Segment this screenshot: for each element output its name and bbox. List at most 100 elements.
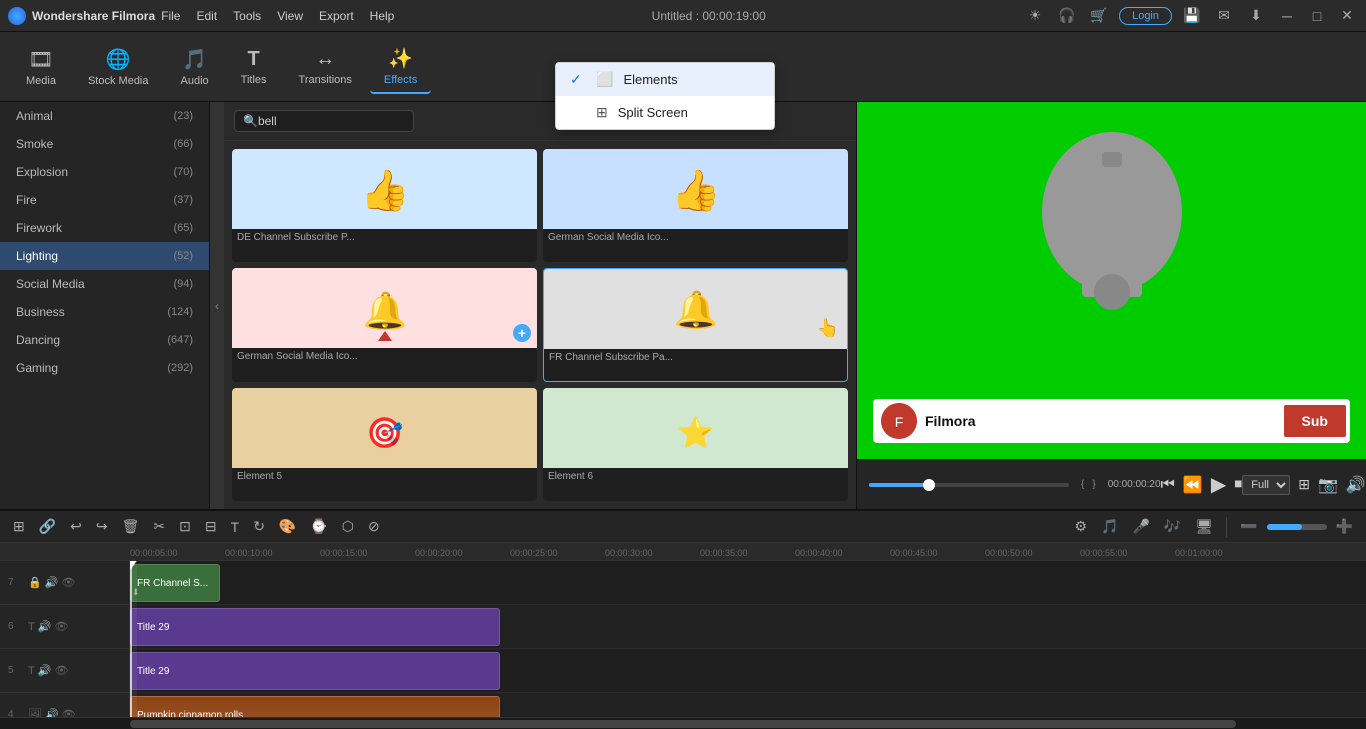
search-input[interactable] <box>258 114 398 128</box>
fit-screen-button[interactable]: ⊞ <box>1298 476 1310 493</box>
sidebar-item-fire[interactable]: Fire (37) <box>0 186 209 214</box>
zoom-in-button[interactable]: ➕ <box>1331 516 1358 537</box>
sidebar-item-smoke[interactable]: Smoke (66) <box>0 130 209 158</box>
speed-button[interactable]: ⬡ <box>337 516 359 537</box>
track-content: FR Channel S... ⬇ Title 29 Title 29 <box>130 561 1366 717</box>
save-icon[interactable]: 💾 <box>1180 4 1204 28</box>
effects-tl-button[interactable]: ⌚ <box>305 516 332 537</box>
crop-button[interactable]: ⊡ <box>174 516 196 537</box>
text-button[interactable]: T <box>226 517 245 537</box>
quality-select[interactable]: Full 1/2 1/4 <box>1242 475 1290 495</box>
app-name: Wondershare Filmora <box>32 9 155 23</box>
thumbnail-fr-channel[interactable]: 🔔 👆 FR Channel Subscribe Pa... <box>543 268 848 383</box>
maximize-button[interactable]: □ <box>1306 5 1328 27</box>
menu-edit[interactable]: Edit <box>196 9 217 23</box>
thumbnail-german-social-1[interactable]: 👍 German Social Media Ico... <box>543 149 848 262</box>
thumbnail-german-social-2[interactable]: 🔔 + German Social Media Ico... <box>232 268 537 383</box>
timeline-scrollbar[interactable] <box>0 717 1366 729</box>
volume-button[interactable]: 🔊 <box>1346 475 1366 495</box>
minimize-button[interactable]: ─ <box>1276 5 1298 27</box>
split-button[interactable]: ⊘ <box>363 516 385 537</box>
toolbar-transitions[interactable]: ↔ Transitions <box>285 42 366 92</box>
toolbar-media[interactable]: 🎞 Media <box>12 41 70 93</box>
menu-export[interactable]: Export <box>319 9 354 23</box>
menu-view[interactable]: View <box>277 9 303 23</box>
skip-back-button[interactable]: ⏮ <box>1161 476 1175 494</box>
delete-button[interactable]: 🗑 <box>117 516 145 537</box>
toolbar-audio[interactable]: 🎵 Audio <box>167 41 223 93</box>
sidebar-item-animal[interactable]: Animal (23) <box>0 102 209 130</box>
track-mute-icon-5[interactable]: 🔊 <box>38 664 52 677</box>
titlebar-left: Wondershare Filmora File Edit Tools View… <box>8 7 394 25</box>
timeline-settings[interactable]: ⚙ <box>1069 516 1092 537</box>
login-button[interactable]: Login <box>1119 7 1172 25</box>
clip-fr-channel[interactable]: FR Channel S... <box>130 564 220 602</box>
track-visible-icon-4[interactable]: 👁 <box>62 708 76 717</box>
sidebar-item-social-media[interactable]: Social Media (94) <box>0 270 209 298</box>
mail-icon[interactable]: ✉ <box>1212 4 1236 28</box>
dropdown-elements[interactable]: ✓ ⬜ Elements <box>556 63 774 96</box>
track-mute-icon-7[interactable]: 🔊 <box>45 576 59 589</box>
timeline-undo-button[interactable]: ↩ <box>65 516 87 537</box>
svg-text:👍: 👍 <box>360 167 410 213</box>
thumbnail-elem6[interactable]: ⭐ Element 6 <box>543 388 848 501</box>
track-visible-icon-7[interactable]: 👁 <box>61 576 75 589</box>
sidebar-item-dancing[interactable]: Dancing (647) <box>0 326 209 354</box>
menu-file[interactable]: File <box>161 9 180 23</box>
clip-title-29b[interactable]: Title 29 <box>130 652 500 690</box>
sidebar-fire-label: Fire <box>16 193 37 207</box>
track-mute-icon-4[interactable]: 🔊 <box>45 708 59 717</box>
subscribe-button[interactable]: Sub <box>1284 405 1346 437</box>
close-button[interactable]: ✕ <box>1336 5 1358 27</box>
zoom-out-button[interactable]: ➖ <box>1235 516 1262 537</box>
progress-track[interactable] <box>869 483 1069 487</box>
thumbnail-de-channel[interactable]: 👍 DE Channel Subscribe P... <box>232 149 537 262</box>
play-button[interactable]: ▶ <box>1211 472 1226 497</box>
sidebar-item-lighting[interactable]: Lighting (52) <box>0 242 209 270</box>
menu-tools[interactable]: Tools <box>233 9 261 23</box>
sidebar-item-firework[interactable]: Firework (65) <box>0 214 209 242</box>
timeline-link-button[interactable]: 🔗 <box>34 516 61 537</box>
toolbar-stock-media[interactable]: 🌐 Stock Media <box>74 41 163 93</box>
zoom-slider[interactable] <box>1267 524 1327 530</box>
timeline-music[interactable]: 🎶 <box>1159 516 1186 537</box>
toolbar-titles-label: Titles <box>241 74 267 86</box>
sidebar-collapse-arrow[interactable]: ‹ <box>210 102 224 509</box>
title-center: Untitled : 00:00:19:00 <box>652 9 766 23</box>
sidebar-item-gaming[interactable]: Gaming (292) <box>0 354 209 382</box>
toolbar-titles[interactable]: T Titles <box>227 42 281 92</box>
thumbnail-elem5[interactable]: 🎯 Element 5 <box>232 388 537 501</box>
track-mute-icon-6[interactable]: 🔊 <box>38 620 52 633</box>
step-back-button[interactable]: ⏪ <box>1183 475 1203 495</box>
download-icon[interactable]: ⬇ <box>1244 4 1268 28</box>
menu-help[interactable]: Help <box>370 9 395 23</box>
timeline-audio[interactable]: 🎵 <box>1096 516 1123 537</box>
track-visible-icon-5[interactable]: 👁 <box>54 664 68 677</box>
sidebar-social-label: Social Media <box>16 277 85 291</box>
dropdown-split-screen[interactable]: ⊞ Split Screen <box>556 96 774 129</box>
clip-pumpkin[interactable]: Pumpkin cinnamon rolls <box>130 696 500 717</box>
stop-button[interactable]: ⏹ <box>1234 476 1242 494</box>
timeline-screen[interactable]: 🖥 <box>1190 516 1218 537</box>
sun-icon[interactable]: ☀ <box>1023 4 1047 28</box>
brace-left: { <box>1081 479 1084 490</box>
cut-button[interactable]: ✂ <box>148 516 170 537</box>
sidebar-item-explosion[interactable]: Explosion (70) <box>0 158 209 186</box>
cart-icon[interactable]: 🛒 <box>1087 4 1111 28</box>
search-icon: 🔍 <box>243 114 258 128</box>
track-lock-icon-7[interactable]: 🔒 <box>28 576 42 589</box>
sidebar-item-business[interactable]: Business (124) <box>0 298 209 326</box>
add-track-button[interactable]: ⊞ <box>8 516 30 537</box>
headphone-icon[interactable]: 🎧 <box>1055 4 1079 28</box>
snapshot-button[interactable]: 📷 <box>1318 475 1338 495</box>
bell-gray-svg: 🔔 <box>661 274 731 344</box>
search-wrapper: 🔍 <box>234 110 414 132</box>
clip-title-29a[interactable]: Title 29 <box>130 608 500 646</box>
toolbar-effects[interactable]: ✨ Effects <box>370 40 431 94</box>
track-visible-icon-6[interactable]: 👁 <box>54 620 68 633</box>
color-button[interactable]: 🎨 <box>274 516 301 537</box>
loop-button[interactable]: ↻ <box>248 516 270 537</box>
timeline-mic[interactable]: 🎤 <box>1127 516 1154 537</box>
resize-button[interactable]: ⊟ <box>200 516 222 537</box>
timeline-redo-button[interactable]: ↪ <box>91 516 113 537</box>
